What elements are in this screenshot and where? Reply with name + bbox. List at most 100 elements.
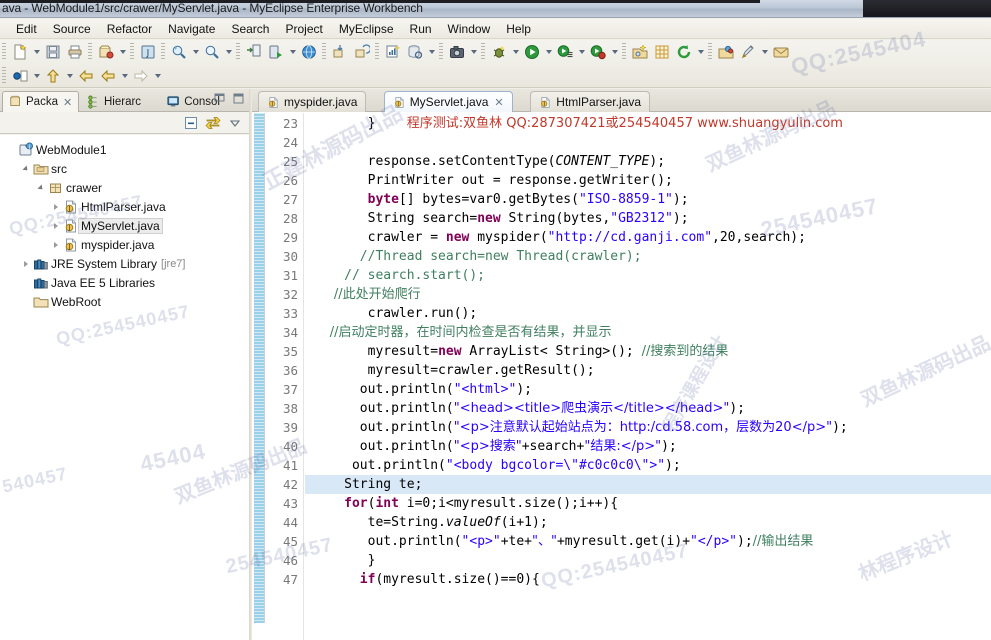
new-java-package-icon[interactable] (95, 41, 117, 63)
tree-item-htmlparser-java[interactable]: J HtmlParser.java (0, 197, 249, 216)
forward-arrow-icon[interactable] (130, 65, 152, 87)
close-icon[interactable]: ✕ (494, 96, 503, 109)
chevron-down-icon[interactable] (19, 162, 32, 175)
menu-item-source[interactable]: Source (45, 21, 99, 37)
link-with-editor-icon[interactable] (204, 114, 221, 131)
menu-item-project[interactable]: Project (277, 21, 330, 37)
source-code[interactable]: } 程序测试:双鱼林 QQ:287307421或254540457 www.sh… (305, 113, 991, 640)
code-line[interactable]: for(int i=0;i<myresult.size();i++){ (305, 494, 991, 513)
code-line[interactable]: myresult=new ArrayList< String>(); //搜索到… (305, 342, 991, 361)
code-line[interactable]: out.println("<p>"+te+"、"+myresult.get(i)… (305, 532, 991, 551)
search-file-dropdown-arrow[interactable] (223, 41, 234, 63)
tree-item-webroot[interactable]: WebRoot (0, 292, 249, 311)
toolbar-grip[interactable] (161, 43, 165, 61)
code-line[interactable]: //此处开始爬行 (305, 285, 991, 304)
export-icon[interactable] (351, 41, 373, 63)
tree-item-jre-system-library[interactable]: JRE System Library [jre7] (0, 254, 249, 273)
menu-item-run[interactable]: Run (402, 21, 440, 37)
tree-item-myspider-java[interactable]: Jmyspider.java (0, 235, 249, 254)
new-wizard-dropdown-arrow[interactable] (31, 41, 42, 63)
code-line[interactable]: //启动定时器，在时间内检查是否有结果，并显示 (305, 323, 991, 342)
package-open-icon[interactable] (715, 41, 737, 63)
grid-icon[interactable] (651, 41, 673, 63)
chevron-right-icon[interactable] (49, 238, 62, 251)
quickfix-dropdown-arrow[interactable] (759, 41, 770, 63)
package-explorer-tree[interactable]: J WebModule1 src crawer J HtmlParser.java J MyS… (0, 135, 249, 640)
refresh-green-dropdown-arrow[interactable] (695, 41, 706, 63)
code-line[interactable]: // search.start(); (305, 266, 991, 285)
code-editor[interactable]: 23 24 25 26 27 28 29 30 31 32 33 34 35 36 37 38 39 40 41 42… (252, 113, 991, 640)
code-line[interactable]: out.println("<p>注意默认起始站点为：http:/cd.58.co… (305, 418, 991, 437)
step-up-dropdown-arrow[interactable] (64, 65, 75, 87)
back-arrow-2-dropdown-arrow[interactable] (119, 65, 130, 87)
code-line[interactable]: crawler.run(); (305, 304, 991, 323)
code-line[interactable]: out.println("<html>"); (305, 380, 991, 399)
database-explorer-icon[interactable] (404, 41, 426, 63)
open-perspective-icon[interactable] (629, 41, 651, 63)
editor-tab-myspider-java[interactable]: Jmyspider.java (258, 91, 367, 112)
run-config-dropdown-arrow[interactable] (576, 41, 587, 63)
toolbar-grip[interactable] (2, 67, 6, 85)
toolbar-grip[interactable] (130, 43, 134, 61)
code-line[interactable]: byte[] bytes=var0.getBytes("ISO-8859-1")… (305, 190, 991, 209)
save-icon[interactable] (42, 41, 64, 63)
code-line[interactable]: te=String.valueOf(i+1); (305, 513, 991, 532)
toggle-breakpoint-icon[interactable] (9, 65, 31, 87)
view-menu-icon[interactable] (226, 114, 243, 131)
new-java-package-dropdown-arrow[interactable] (117, 41, 128, 63)
snapshot-icon[interactable] (446, 41, 468, 63)
code-line[interactable]: myresult=crawler.getResult(); (305, 361, 991, 380)
chevron-right-icon[interactable] (49, 200, 62, 213)
code-line[interactable]: crawler = new myspider("http://cd.ganji.… (305, 228, 991, 247)
toolbar-grip[interactable] (622, 43, 626, 61)
tree-item-myservlet-java[interactable]: J MyServlet.java (0, 216, 249, 235)
code-line[interactable]: //Thread search=new Thread(crawler); (305, 247, 991, 266)
profile-icon[interactable] (587, 41, 609, 63)
forward-arrow-dropdown-arrow[interactable] (152, 65, 163, 87)
database-explorer-dropdown-arrow[interactable] (426, 41, 437, 63)
snapshot-dropdown-arrow[interactable] (468, 41, 479, 63)
debug-icon[interactable] (488, 41, 510, 63)
toggle-breakpoint-dropdown-arrow[interactable] (31, 65, 42, 87)
back-arrow-2-icon[interactable] (97, 65, 119, 87)
menu-item-refactor[interactable]: Refactor (99, 21, 160, 37)
maximize-icon[interactable] (230, 90, 247, 107)
editor-tab-htmlparser-java[interactable]: J HtmlParser.java (530, 91, 650, 112)
run-icon[interactable] (521, 41, 543, 63)
run-server-icon[interactable] (265, 41, 287, 63)
new-report-icon[interactable] (382, 41, 404, 63)
code-line[interactable]: out.println("<body bgcolor=\"#c0c0c0\">"… (305, 456, 991, 475)
print-icon[interactable] (64, 41, 86, 63)
run-server-dropdown-arrow[interactable] (287, 41, 298, 63)
menu-item-myeclipse[interactable]: MyEclipse (331, 21, 402, 37)
code-line[interactable]: } 程序测试:双鱼林 QQ:287307421或254540457 www.sh… (305, 114, 991, 133)
minimize-icon[interactable] (211, 90, 228, 107)
toolbar-grip[interactable] (2, 43, 6, 61)
close-icon[interactable]: ✕ (63, 96, 72, 109)
refresh-green-icon[interactable] (673, 41, 695, 63)
menu-item-edit[interactable]: Edit (8, 21, 45, 37)
debug-dropdown-arrow[interactable] (510, 41, 521, 63)
code-line[interactable]: } (305, 551, 991, 570)
mail-icon[interactable] (770, 41, 792, 63)
tree-item-src[interactable]: src (0, 159, 249, 178)
chevron-right-icon[interactable] (49, 219, 62, 232)
open-type-icon[interactable]: J (137, 41, 159, 63)
tree-item-java-ee-5-libraries[interactable]: Java EE 5 Libraries (0, 273, 249, 292)
view-tab-packa[interactable]: Packa ✕ (2, 91, 80, 112)
step-up-icon[interactable] (42, 65, 64, 87)
toolbar-grip[interactable] (481, 43, 485, 61)
code-line[interactable]: if(myresult.size()==0){ (305, 570, 991, 589)
menu-item-window[interactable]: Window (440, 21, 499, 37)
chevron-down-icon[interactable] (34, 181, 47, 194)
web-browser-icon[interactable] (298, 41, 320, 63)
view-tab-hierarc[interactable]: Hierarc (81, 91, 147, 112)
run-dropdown-arrow[interactable] (543, 41, 554, 63)
code-line[interactable]: PrintWriter out = response.getWriter(); (305, 171, 991, 190)
code-line[interactable]: String te; (305, 475, 991, 494)
marker-bar[interactable] (252, 113, 266, 640)
tree-item-webmodule1[interactable]: J WebModule1 (0, 140, 249, 159)
search-java-dropdown-arrow[interactable] (190, 41, 201, 63)
code-line[interactable] (305, 133, 991, 152)
back-arrow-icon[interactable] (75, 65, 97, 87)
